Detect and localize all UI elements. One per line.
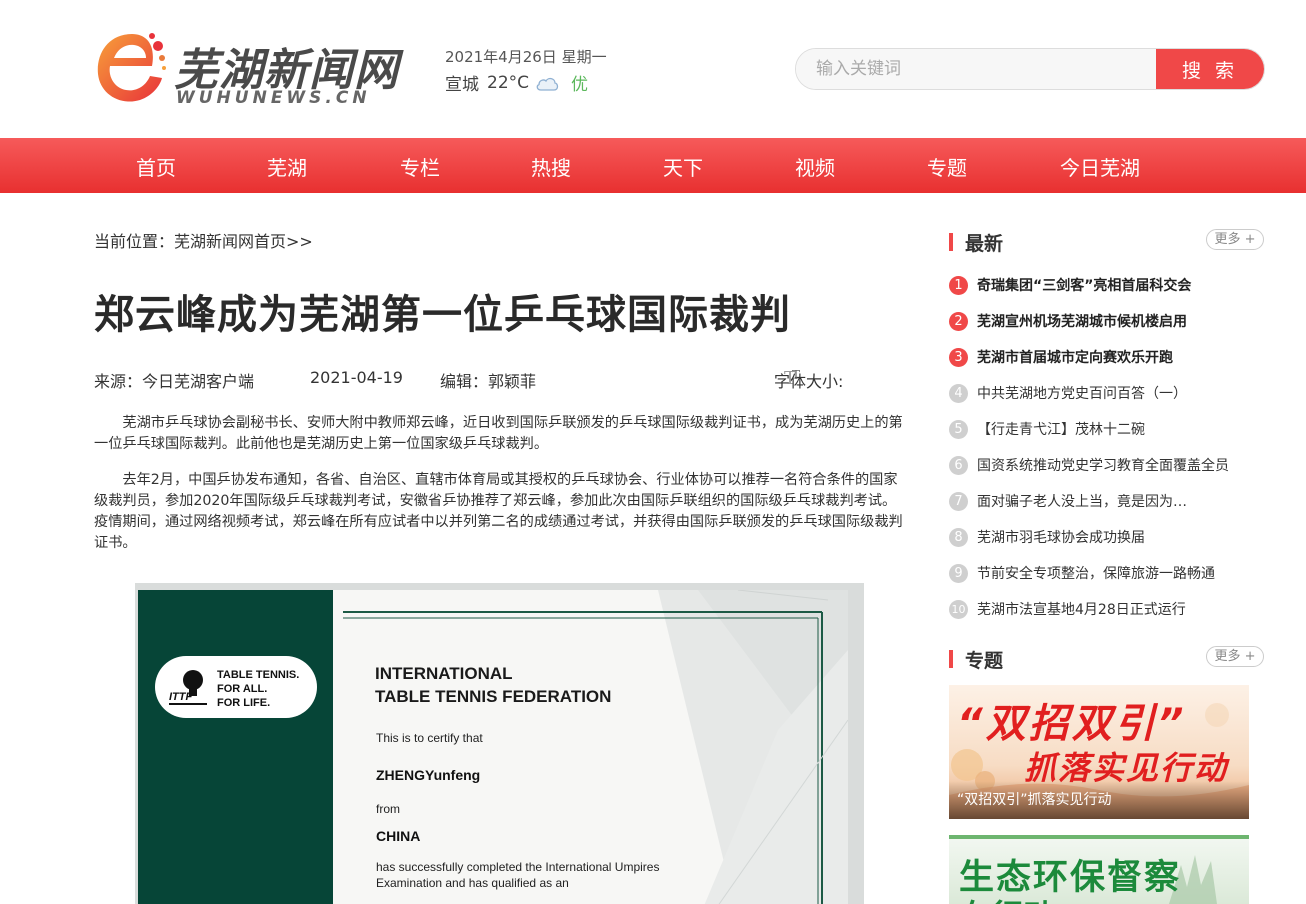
rank-badge: 4 (949, 383, 968, 403)
weather-city: 宣城 (445, 75, 479, 95)
certificate-certify-text: This is to certify that (376, 731, 483, 745)
article-paragraph: 芜湖市乒乓球协会副秘书长、安师大附中教师郑云峰，近日收到国际乒联颁发的乒乓球国际… (94, 415, 903, 452)
current-date: 2021年4月26日 星期一 (445, 48, 607, 66)
nav-item-world[interactable]: 天下 (663, 152, 703, 181)
certificate-image: ITTF TABLE TENNIS. FOR ALL. FOR LIFE. IN… (135, 583, 864, 904)
nav-item-video[interactable]: 视频 (795, 152, 835, 181)
article-date: 2021-04-19 (310, 368, 403, 387)
certificate-from-text: from (376, 802, 400, 816)
list-item[interactable]: 10 芜湖市法宣基地4月28日正式运行 (949, 598, 1264, 620)
certificate-completed-text: has successfully completed the Internati… (376, 860, 660, 890)
logo-e-icon (97, 33, 166, 102)
topic-banner-dual-recruit[interactable]: “双招双引” 抓落实见行动 “双招双引”抓落实见行动 (949, 685, 1249, 819)
weather-temperature: 22°C (487, 72, 530, 93)
ittf-logo: ITTF TABLE TENNIS. FOR ALL. FOR LIFE. (155, 656, 317, 718)
search-box: 搜 索 (795, 48, 1265, 90)
news-link[interactable]: 中共芜湖地方党史百问百答（一） (977, 383, 1262, 403)
weather-info: 宣城 22°C 优 (445, 70, 589, 96)
search-button[interactable]: 搜 索 (1156, 49, 1264, 89)
list-item[interactable]: 5 【行走青弋江】茂林十二碗 (949, 418, 1264, 440)
latest-section-title: 最新 (965, 233, 1004, 255)
section-accent-bar (949, 650, 953, 668)
list-item[interactable]: 1 奇瑞集团“三剑客”亮相首届科交会 (949, 274, 1264, 296)
nav-item-column[interactable]: 专栏 (400, 152, 440, 181)
ittf-slogan: TABLE TENNIS. FOR ALL. FOR LIFE. (217, 669, 300, 709)
news-link[interactable]: 芜湖市首届城市定向赛欢乐开跑 (977, 347, 1262, 367)
list-item[interactable]: 2 芜湖宣州机场芜湖城市候机楼启用 (949, 310, 1264, 332)
news-link[interactable]: 芜湖宣州机场芜湖城市候机楼启用 (977, 311, 1262, 331)
certificate-paper: ITTF TABLE TENNIS. FOR ALL. FOR LIFE. IN… (138, 590, 848, 904)
latest-more-button[interactable]: 更多 + (1206, 229, 1264, 250)
news-link[interactable]: 奇瑞集团“三剑客”亮相首届科交会 (977, 275, 1262, 295)
news-link[interactable]: 芜湖市羽毛球协会成功换届 (977, 527, 1262, 547)
list-item[interactable]: 7 面对骗子老人没上当，竟是因为… (949, 490, 1264, 512)
certificate-organization: INTERNATIONAL TABLE TENNIS FEDERATION (375, 664, 612, 706)
news-link[interactable]: 节前安全专项整治，保障旅游一路畅通 (977, 563, 1262, 583)
topic-banner-caption: “双招双引”抓落实见行动 (957, 792, 1112, 808)
list-item[interactable]: 3 芜湖市首届城市定向赛欢乐开跑 (949, 346, 1264, 368)
certificate-green-panel: ITTF TABLE TENNIS. FOR ALL. FOR LIFE. (138, 590, 333, 904)
topic-banner-eco-inspection[interactable]: 生态环保督察 在行动 (949, 835, 1249, 904)
topic-banner-subline: 在行动 (959, 891, 1055, 904)
article-title: 郑云峰成为芜湖第一位乒乓球国际裁判 (94, 292, 791, 338)
list-item[interactable]: 8 芜湖市羽毛球协会成功换届 (949, 526, 1264, 548)
section-accent-bar (949, 233, 953, 251)
site-header: 芜湖新闻网 WUHUNEWS.CN 2021年4月26日 星期一 宣城 22°C… (0, 0, 1306, 138)
air-quality: 优 (571, 75, 589, 95)
certificate-name: ZHENGYunfeng (376, 767, 481, 783)
rank-badge: 6 (949, 455, 968, 475)
main-nav: 首页 芜湖 专栏 热搜 天下 视频 专题 今日芜湖 (0, 138, 1306, 193)
search-input[interactable] (796, 49, 1156, 89)
topics-section-title: 专题 (965, 650, 1004, 672)
list-item[interactable]: 4 中共芜湖地方党史百问百答（一） (949, 382, 1264, 404)
topics-section-header: 专题 更多 + (949, 646, 1264, 674)
nav-item-trending[interactable]: 热搜 (531, 152, 571, 181)
rank-badge: 7 (949, 491, 968, 511)
list-item[interactable]: 9 节前安全专项整治，保障旅游一路畅通 (949, 562, 1264, 584)
cloud-icon (536, 77, 559, 91)
rank-badge: 3 (949, 347, 968, 367)
rank-badge: 5 (949, 419, 968, 439)
news-link[interactable]: 面对骗子老人没上当，竟是因为… (977, 491, 1262, 511)
news-link[interactable]: 【行走青弋江】茂林十二碗 (977, 419, 1262, 439)
svg-text:ITTF: ITTF (169, 691, 192, 703)
list-item[interactable]: 6 国资系统推动党史学习教育全面覆盖全员 (949, 454, 1264, 476)
rank-badge: 9 (949, 563, 968, 583)
article-editor: 编辑：郭颖菲 (440, 372, 537, 391)
topic-banner-headline: “双招双引” (957, 701, 1187, 747)
rank-badge: 8 (949, 527, 968, 547)
nav-item-home[interactable]: 首页 (136, 152, 176, 181)
nav-item-today-wuhu[interactable]: 今日芜湖 (1060, 152, 1140, 181)
font-size-large-button[interactable]: T (784, 368, 796, 389)
nav-item-wuhu[interactable]: 芜湖 (267, 152, 307, 181)
latest-section-header: 最新 更多 + (949, 229, 1264, 257)
article-paragraph: 去年2月，中国乒协发布通知，各省、自治区、直辖市体育局或其授权的乒乓球协会、行业… (94, 472, 903, 551)
topics-more-button[interactable]: 更多 + (1206, 646, 1264, 667)
news-link[interactable]: 芜湖市法宣基地4月28日正式运行 (977, 599, 1262, 619)
rank-badge: 10 (949, 599, 968, 619)
article-source: 来源：今日芜湖客户端 (94, 372, 255, 391)
logo-subtitle: WUHUNEWS.CN (176, 88, 371, 108)
ittf-paddle-icon: ITTF (169, 670, 207, 705)
news-link[interactable]: 国资系统推动党史学习教育全面覆盖全员 (977, 455, 1262, 475)
certificate-country: CHINA (376, 828, 421, 844)
rank-badge: 1 (949, 275, 968, 295)
site-logo[interactable]: 芜湖新闻网 WUHUNEWS.CN (92, 28, 422, 112)
breadcrumb[interactable]: 当前位置：芜湖新闻网首页>> (94, 228, 313, 252)
rank-badge: 2 (949, 311, 968, 331)
nav-item-topics[interactable]: 专题 (927, 152, 967, 181)
